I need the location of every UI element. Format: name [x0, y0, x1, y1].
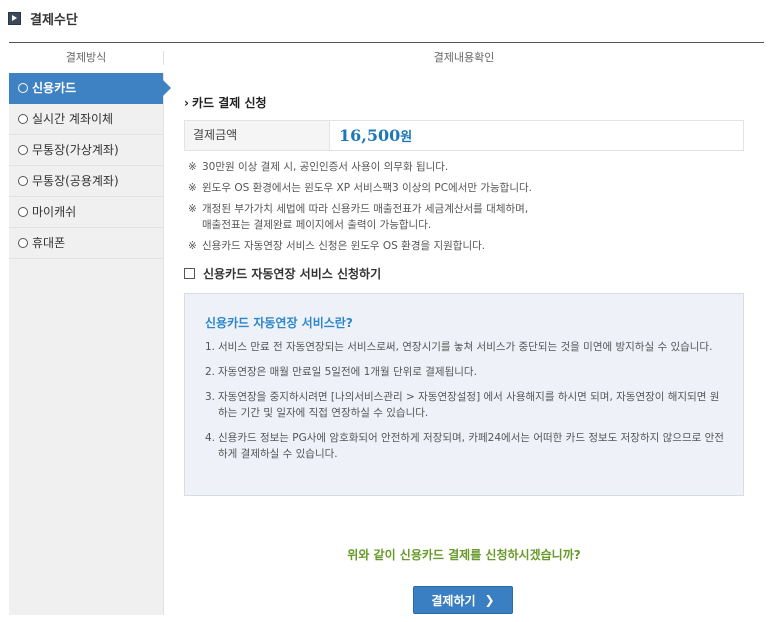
column-header-method: 결제방식: [65, 51, 107, 64]
payment-method-sidebar: 신용카드 실시간 계좌이체 무통장(가상계좌) 무통장(공용계좌) 마이캐쉬 휴…: [9, 73, 171, 615]
info-item: 3. 자동연장을 중지하시려면 [나의서비스관리 > 자동연장설정] 에서 사용…: [205, 389, 725, 421]
chevron-right-icon: ›: [184, 95, 189, 110]
info-list: 1. 서비스 만료 전 자동연장되는 서비스로써, 연장시기를 놓쳐 서비스가 …: [205, 339, 725, 471]
radio-icon: [18, 114, 28, 124]
note-mark: ※: [188, 203, 197, 215]
section-title-text: 카드 결제 신청: [191, 96, 267, 110]
amount-number: 16,500: [339, 126, 401, 145]
amount-value: 16,500원: [330, 121, 412, 150]
chevron-right-icon: ❯: [484, 593, 495, 607]
info-box-title: 신용카드 자동연장 서비스란?: [205, 316, 353, 330]
sidebar-item-credit-card[interactable]: 신용카드: [9, 73, 171, 104]
sidebar-item-label: 휴대폰: [32, 236, 66, 250]
radio-icon: [18, 238, 28, 248]
pay-button[interactable]: 결제하기 ❯: [413, 586, 513, 614]
info-item: 1. 서비스 만료 전 자동연장되는 서비스로써, 연장시기를 놓쳐 서비스가 …: [205, 339, 725, 355]
note-mark: ※: [188, 240, 197, 252]
sidebar-item-label: 마이캐쉬: [32, 205, 77, 219]
note-mark: ※: [188, 161, 197, 173]
section-title: › 카드 결제 신청: [184, 94, 267, 111]
notice-item: ※ 윈도우 OS 환경에서는 윈도우 XP 서비스팩3 이상의 PC에서만 가능…: [188, 180, 744, 196]
pay-button-label: 결제하기: [431, 593, 476, 608]
sidebar-item-label: 실시간 계좌이체: [32, 112, 114, 126]
notice-item: ※ 신용카드 자동연장 서비스 신청은 윈도우 OS 환경을 지원합니다.: [188, 238, 744, 254]
sidebar-item-mobile[interactable]: 휴대폰: [9, 228, 163, 259]
column-header-confirm: 결제내용확인: [433, 51, 495, 64]
radio-icon: [18, 83, 28, 93]
arrow-bullet-icon: [8, 11, 21, 25]
sidebar-item-bank-transfer[interactable]: 실시간 계좌이체: [9, 104, 163, 135]
notice-item: ※ 30만원 이상 결제 시, 공인인증서 사용이 의무화 됩니다.: [188, 159, 744, 175]
info-item-text: 자동연장을 중지하시려면 [나의서비스관리 > 자동연장설정] 에서 사용해지를…: [218, 391, 720, 419]
auto-renew-label: 신용카드 자동연장 서비스 신청하기: [203, 267, 382, 281]
info-item-number: 3.: [205, 391, 216, 403]
info-item-number: 4.: [205, 432, 216, 444]
info-item-number: 2.: [205, 366, 216, 378]
amount-label: 결제금액: [185, 121, 330, 150]
page-header: 결제수단: [8, 8, 78, 28]
sidebar-item-label: 무통장(공용계좌): [32, 174, 119, 188]
auto-renew-info-box: 신용카드 자동연장 서비스란? 1. 서비스 만료 전 자동연장되는 서비스로써…: [184, 293, 744, 496]
info-item-text: 서비스 만료 전 자동연장되는 서비스로써, 연장시기를 놓쳐 서비스가 중단되…: [218, 341, 713, 353]
notice-text: 윈도우 OS 환경에서는 윈도우 XP 서비스팩3 이상의 PC에서만 가능합니…: [202, 182, 532, 194]
sidebar-item-virtual-account[interactable]: 무통장(가상계좌): [9, 135, 163, 166]
notice-list: ※ 30만원 이상 결제 시, 공인인증서 사용이 의무화 됩니다. ※ 윈도우…: [188, 159, 744, 259]
radio-icon: [18, 207, 28, 217]
notice-item: ※ 개정된 부가가치 세법에 따라 신용카드 매출전표가 세금계산서를 대체하며…: [188, 201, 744, 233]
radio-icon: [18, 145, 28, 155]
info-item-text: 신용카드 정보는 PG사에 암호화되어 안전하게 저장되며, 카페24에서는 어…: [218, 432, 724, 460]
confirm-question: 위와 같이 신용카드 결제를 신청하시겠습니까?: [347, 548, 581, 562]
auto-renew-option[interactable]: 신용카드 자동연장 서비스 신청하기: [184, 265, 381, 282]
info-item-number: 1.: [205, 341, 216, 353]
radio-icon: [18, 176, 28, 186]
info-item: 4. 신용카드 정보는 PG사에 암호화되어 안전하게 저장되며, 카페24에서…: [205, 430, 725, 462]
sidebar-item-mycash[interactable]: 마이캐쉬: [9, 197, 163, 228]
amount-unit: 원: [400, 130, 413, 145]
note-mark: ※: [188, 182, 197, 194]
page-title: 결제수단: [30, 12, 78, 28]
info-item-text: 자동연장은 매월 만료일 5일전에 1개월 단위로 결제됩니다.: [218, 366, 477, 378]
amount-table: 결제금액 16,500원: [184, 120, 744, 151]
notice-text: 개정된 부가가치 세법에 따라 신용카드 매출전표가 세금계산서를 대체하며, …: [202, 203, 529, 231]
sidebar-item-label: 무통장(가상계좌): [32, 143, 119, 157]
notice-text: 신용카드 자동연장 서비스 신청은 윈도우 OS 환경을 지원합니다.: [202, 240, 486, 252]
sidebar-item-shared-account[interactable]: 무통장(공용계좌): [9, 166, 163, 197]
notice-text: 30만원 이상 결제 시, 공인인증서 사용이 의무화 됩니다.: [202, 161, 449, 173]
auto-renew-checkbox[interactable]: [184, 268, 195, 279]
sidebar-item-label: 신용카드: [32, 81, 77, 95]
info-item: 2. 자동연장은 매월 만료일 5일전에 1개월 단위로 결제됩니다.: [205, 364, 725, 380]
